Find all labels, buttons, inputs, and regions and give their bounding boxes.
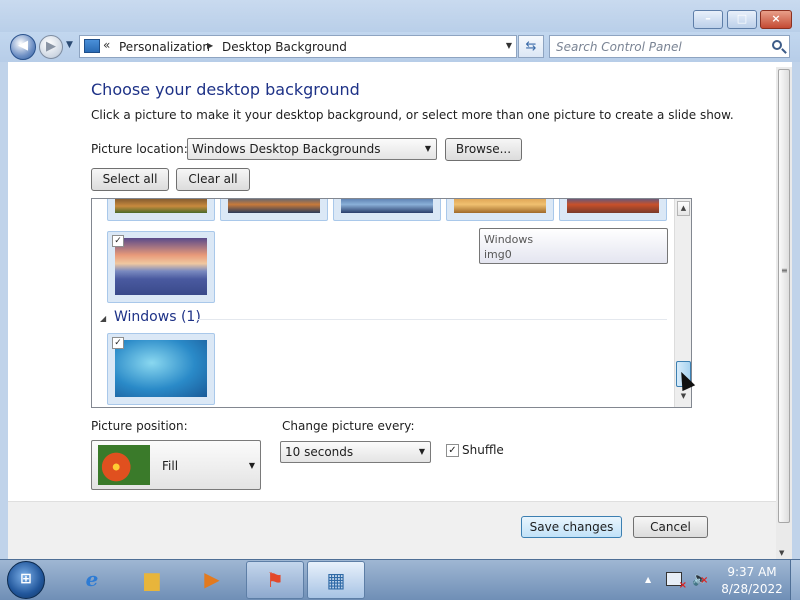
control-panel-icon: ▦ bbox=[326, 568, 346, 592]
clock-date[interactable]: 8/28/2022 bbox=[718, 582, 786, 596]
breadcrumb-personalization[interactable]: Personalization bbox=[119, 40, 210, 54]
change-interval-value: 10 seconds bbox=[285, 445, 354, 459]
collapse-group-icon[interactable]: ◢ bbox=[100, 314, 106, 323]
background-thumbnail[interactable] bbox=[220, 199, 328, 221]
thumbnail-checkbox[interactable]: ✓ bbox=[112, 235, 124, 247]
picture-position-dropdown[interactable]: Fill ▼ bbox=[91, 440, 261, 490]
browse-button[interactable]: Browse... bbox=[445, 138, 522, 161]
volume-muted-icon[interactable]: 🔈 bbox=[692, 572, 709, 587]
clock-time[interactable]: 9:37 AM bbox=[722, 565, 782, 579]
media-player-icon: ▶ bbox=[204, 567, 220, 591]
shuffle-checkbox[interactable]: ✓ bbox=[446, 444, 459, 457]
show-hidden-icons-icon[interactable]: ▲ bbox=[645, 575, 651, 584]
tooltip-filename: img0 bbox=[484, 248, 512, 261]
background-thumbnail[interactable] bbox=[446, 199, 554, 221]
maximize-button[interactable]: □ bbox=[727, 10, 757, 29]
page-description: Click a picture to make it your desktop … bbox=[91, 108, 734, 122]
picture-location-label: Picture location: bbox=[91, 142, 188, 156]
taskbar-windows-explorer[interactable]: ▆ bbox=[123, 561, 181, 599]
background-thumbnail[interactable] bbox=[333, 199, 441, 221]
shuffle-label[interactable]: Shuffle bbox=[462, 443, 504, 457]
scroll-down-icon[interactable]: ▼ bbox=[677, 390, 690, 405]
chevron-down-icon: ▼ bbox=[418, 447, 425, 456]
clear-all-button[interactable]: Clear all bbox=[176, 168, 250, 191]
scroll-down-icon[interactable]: ▼ bbox=[779, 549, 784, 557]
close-button[interactable]: × bbox=[760, 10, 792, 29]
address-bar[interactable]: « Personalization ▶ Desktop Background ▼ bbox=[79, 35, 517, 58]
position-preview-image bbox=[98, 445, 150, 485]
group-divider bbox=[197, 319, 667, 320]
page-title: Choose your desktop background bbox=[91, 80, 360, 99]
chevron-down-icon: ▼ bbox=[424, 144, 431, 153]
picture-position-value: Fill bbox=[162, 459, 179, 473]
search-input[interactable] bbox=[556, 39, 761, 55]
change-picture-label: Change picture every: bbox=[282, 419, 415, 433]
picture-location-value: Windows Desktop Backgrounds bbox=[192, 142, 381, 156]
back-button[interactable]: ◀ bbox=[10, 34, 36, 60]
breadcrumb-separator-icon[interactable]: ▶ bbox=[207, 41, 213, 50]
windows-logo-icon: ⊞ bbox=[20, 571, 32, 587]
change-interval-dropdown[interactable]: 10 seconds ▼ bbox=[280, 441, 431, 463]
control-panel-icon bbox=[84, 39, 100, 53]
select-all-button[interactable]: Select all bbox=[91, 168, 169, 191]
refresh-icon: ⇆ bbox=[525, 39, 537, 54]
taskbar-windows-item[interactable]: ⚑ bbox=[246, 561, 304, 599]
taskbar-control-panel[interactable]: ▦ bbox=[307, 561, 365, 599]
windows-flag-icon: ⚑ bbox=[266, 568, 284, 592]
cancel-button[interactable]: Cancel bbox=[633, 516, 708, 538]
show-desktop-button[interactable] bbox=[790, 560, 800, 600]
background-thumbnail[interactable] bbox=[559, 199, 667, 221]
breadcrumb-desktop-background[interactable]: Desktop Background bbox=[222, 40, 347, 54]
taskbar-media-player[interactable]: ▶ bbox=[183, 561, 241, 599]
network-icon[interactable] bbox=[666, 572, 687, 591]
back-arrow-icon: ◀ bbox=[18, 38, 28, 53]
picture-location-dropdown[interactable]: Windows Desktop Backgrounds ▼ bbox=[187, 138, 437, 160]
group-header[interactable]: Windows (1) bbox=[114, 309, 201, 325]
title-bar bbox=[0, 0, 800, 32]
recent-pages-dropdown-icon[interactable]: ▼ bbox=[66, 40, 73, 50]
background-thumbnail[interactable]: ✓ bbox=[107, 333, 215, 405]
forward-button[interactable]: ▶ bbox=[39, 35, 63, 59]
minimize-button[interactable]: – bbox=[693, 10, 723, 29]
thumbnail-checkbox[interactable]: ✓ bbox=[112, 337, 124, 349]
start-button[interactable]: ⊞ bbox=[7, 561, 45, 599]
background-thumbnail[interactable] bbox=[107, 199, 215, 221]
close-icon: × bbox=[771, 12, 781, 25]
thumbnail-tooltip: Windows img0 bbox=[479, 228, 668, 264]
refresh-button[interactable]: ⇆ bbox=[518, 35, 544, 58]
picture-position-label: Picture position: bbox=[91, 419, 188, 433]
breadcrumb-overflow-icon[interactable]: « bbox=[103, 38, 110, 52]
search-box[interactable] bbox=[549, 35, 790, 58]
forward-arrow-icon: ▶ bbox=[46, 39, 56, 54]
maximize-icon: □ bbox=[736, 12, 748, 25]
minimize-icon: – bbox=[705, 12, 711, 25]
taskbar-internet-explorer[interactable]: e bbox=[63, 561, 121, 599]
search-icon[interactable] bbox=[772, 40, 782, 50]
tooltip-title: Windows bbox=[484, 233, 534, 246]
scroll-up-icon[interactable]: ▲ bbox=[677, 201, 690, 216]
background-thumbnail[interactable]: ✓ bbox=[107, 231, 215, 303]
chevron-down-icon: ▼ bbox=[248, 461, 255, 470]
grip-icon: ≡ bbox=[781, 266, 788, 275]
folder-icon: ▆ bbox=[144, 567, 160, 591]
save-changes-button[interactable]: Save changes bbox=[521, 516, 622, 538]
page-scrollbar-thumb[interactable]: ≡ bbox=[778, 69, 790, 523]
page-scrollbar[interactable]: ≡ ▼ bbox=[776, 67, 792, 559]
internet-explorer-icon: e bbox=[85, 567, 99, 591]
address-dropdown-icon[interactable]: ▼ bbox=[506, 41, 512, 50]
